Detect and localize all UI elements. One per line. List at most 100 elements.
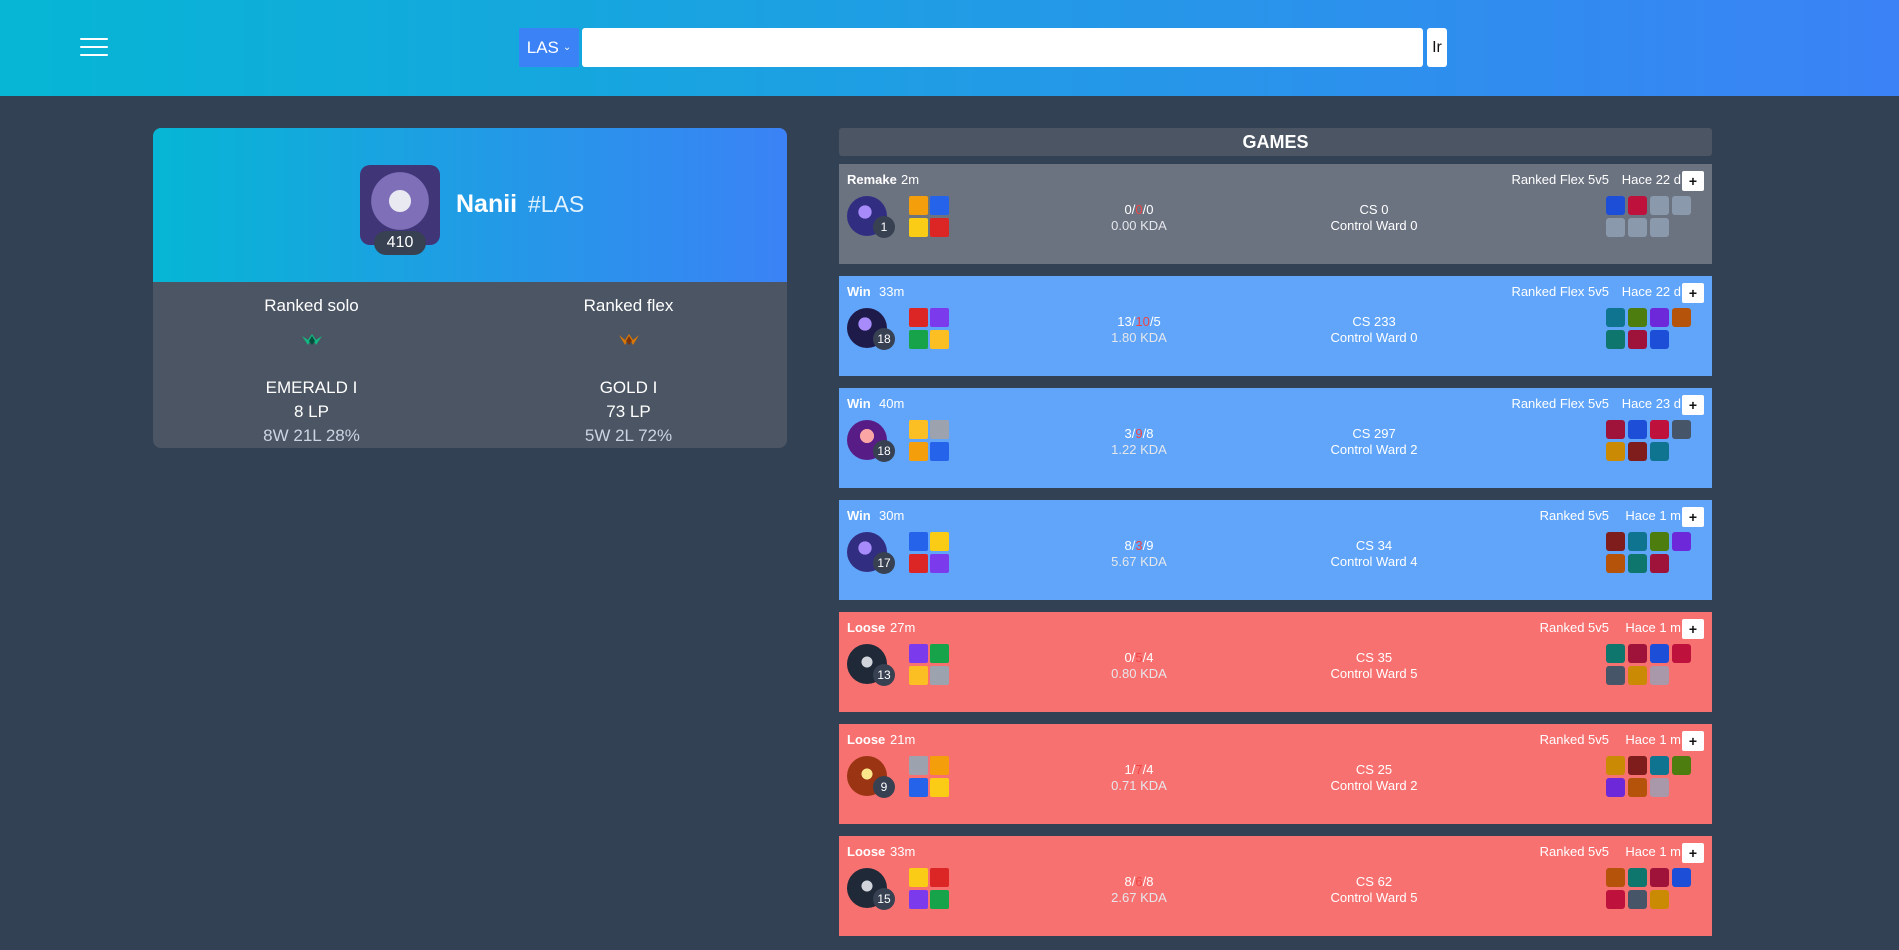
kda-score: 1/7/4	[1124, 762, 1154, 777]
champion-level-badge: 18	[873, 440, 895, 462]
creep-score: CS 62	[1355, 874, 1393, 889]
match-time-ago: Hace 22 d	[1621, 172, 1681, 187]
summoner-search-input[interactable]	[582, 28, 1423, 67]
match-row[interactable]: Win 33m Ranked Flex 5v5 Hace 22 d + 18 1…	[839, 276, 1712, 376]
kills: 0	[1124, 650, 1132, 665]
expand-match-button[interactable]: +	[1682, 843, 1704, 863]
top-bar: LAS ⌄ Ir	[0, 0, 1899, 96]
item-icon	[1606, 778, 1625, 797]
expand-match-button[interactable]: +	[1682, 171, 1704, 191]
expand-match-button[interactable]: +	[1682, 395, 1704, 415]
cs-block: CS 62 Control Ward 5	[1299, 874, 1449, 906]
deaths: 0	[1135, 202, 1143, 217]
item-icon	[1606, 890, 1625, 909]
rune-icon	[909, 890, 928, 909]
spells-and-runes	[909, 644, 951, 686]
champion-level-badge: 15	[873, 888, 895, 910]
search-go-button[interactable]: Ir	[1427, 28, 1447, 67]
item-icon	[1606, 756, 1625, 775]
item-icon	[1650, 442, 1669, 461]
rank-section: Ranked solo EMERALD I 8 LP 8W 21L 28% Ra…	[153, 282, 787, 448]
creep-score: CS 233	[1352, 314, 1396, 329]
champion-level-badge: 9	[873, 776, 895, 798]
match-queue: Ranked Flex 5v5	[1511, 172, 1609, 187]
item-icon	[1606, 420, 1625, 439]
item-icon	[1628, 756, 1647, 775]
cs-block: CS 297 Control Ward 2	[1299, 426, 1449, 458]
item-icon	[1672, 308, 1691, 327]
match-row[interactable]: Win 40m Ranked Flex 5v5 Hace 23 d + 18 3…	[839, 388, 1712, 488]
kda-score: 3/9/8	[1124, 426, 1154, 441]
spells-and-runes	[909, 868, 951, 910]
match-row[interactable]: Loose 27m Ranked 5v5 Hace 1 m + 13 0/5/4…	[839, 612, 1712, 712]
rank-solo: Ranked solo EMERALD I 8 LP 8W 21L 28%	[153, 282, 470, 448]
item-icon	[1628, 442, 1647, 461]
expand-match-button[interactable]: +	[1682, 619, 1704, 639]
kills: 1	[1124, 762, 1132, 777]
item-icon	[1606, 554, 1625, 573]
item-build	[1606, 756, 1696, 797]
match-result: Loose	[847, 844, 886, 859]
item-icon	[1606, 868, 1625, 887]
deaths: 5	[1135, 650, 1143, 665]
region-select[interactable]: LAS ⌄	[519, 28, 579, 67]
match-result: Win	[847, 508, 871, 523]
item-icon	[1606, 532, 1625, 551]
item-icon	[1628, 196, 1647, 215]
kda-ratio: 0.71 KDA	[1111, 778, 1167, 793]
cs-block: CS 35 Control Ward 5	[1299, 650, 1449, 682]
champion-level-badge: 13	[873, 664, 895, 686]
summoner-spell-icon	[909, 196, 928, 215]
empty-item-slot	[1650, 196, 1669, 215]
creep-score: CS 0	[1359, 202, 1389, 217]
kills: 13	[1117, 314, 1132, 329]
deaths: 9	[1135, 426, 1143, 441]
chevron-down-icon: ⌄	[562, 42, 572, 53]
match-row[interactable]: Remake 2m Ranked Flex 5v5 Hace 22 d + 1 …	[839, 164, 1712, 264]
kills: 0	[1124, 202, 1132, 217]
rank-tier: GOLD I	[599, 378, 658, 397]
rune-icon	[909, 666, 928, 685]
match-queue: Ranked Flex 5v5	[1511, 396, 1609, 411]
hamburger-menu-icon[interactable]	[80, 38, 108, 60]
summoner-spell-icon	[909, 756, 928, 775]
match-time-ago: Hace 1 m	[1625, 508, 1681, 523]
region-label: LAS	[526, 37, 559, 57]
item-icon	[1628, 666, 1647, 685]
deaths: 10	[1135, 314, 1150, 329]
gold-emblem-icon	[470, 330, 787, 350]
match-row[interactable]: Loose 21m Ranked 5v5 Hace 1 m + 9 1/7/4 …	[839, 724, 1712, 824]
match-time-ago: Hace 1 m	[1625, 844, 1681, 859]
summoner-spell-icon	[930, 532, 949, 551]
match-duration: 33m	[890, 844, 916, 859]
item-icon	[1650, 756, 1669, 775]
summoner-spell-icon	[909, 308, 928, 327]
control-wards: Control Ward 5	[1330, 666, 1418, 681]
deaths: 3	[1135, 538, 1143, 553]
control-wards: Control Ward 4	[1330, 554, 1418, 569]
creep-score: CS 297	[1352, 426, 1396, 441]
item-build	[1606, 196, 1696, 237]
assists: 8	[1146, 426, 1154, 441]
match-result: Win	[847, 396, 871, 411]
rune-icon	[909, 330, 928, 349]
expand-match-button[interactable]: +	[1682, 507, 1704, 527]
expand-match-button[interactable]: +	[1682, 731, 1704, 751]
spells-and-runes	[909, 308, 951, 350]
item-build	[1606, 532, 1696, 573]
match-row[interactable]: Win 30m Ranked 5v5 Hace 1 m + 17 8/3/9 5…	[839, 500, 1712, 600]
match-row[interactable]: Loose 33m Ranked 5v5 Hace 1 m + 15 8/6/8…	[839, 836, 1712, 936]
match-time-ago: Hace 23 d	[1621, 396, 1681, 411]
expand-match-button[interactable]: +	[1682, 283, 1704, 303]
profile-card: 410 Nanii #LAS Ranked solo EMERALD I 8 L…	[153, 128, 787, 448]
control-wards: Control Ward 0	[1330, 218, 1418, 233]
spells-and-runes	[909, 756, 951, 798]
match-duration: 30m	[879, 508, 905, 523]
rune-icon	[930, 666, 949, 685]
item-icon	[1650, 308, 1669, 327]
kda-score: 0/0/0	[1124, 202, 1154, 217]
match-queue: Ranked 5v5	[1539, 844, 1609, 859]
item-icon	[1672, 644, 1691, 663]
kda-block: 3/9/8 1.22 KDA	[1069, 426, 1209, 458]
rune-icon	[930, 330, 949, 349]
